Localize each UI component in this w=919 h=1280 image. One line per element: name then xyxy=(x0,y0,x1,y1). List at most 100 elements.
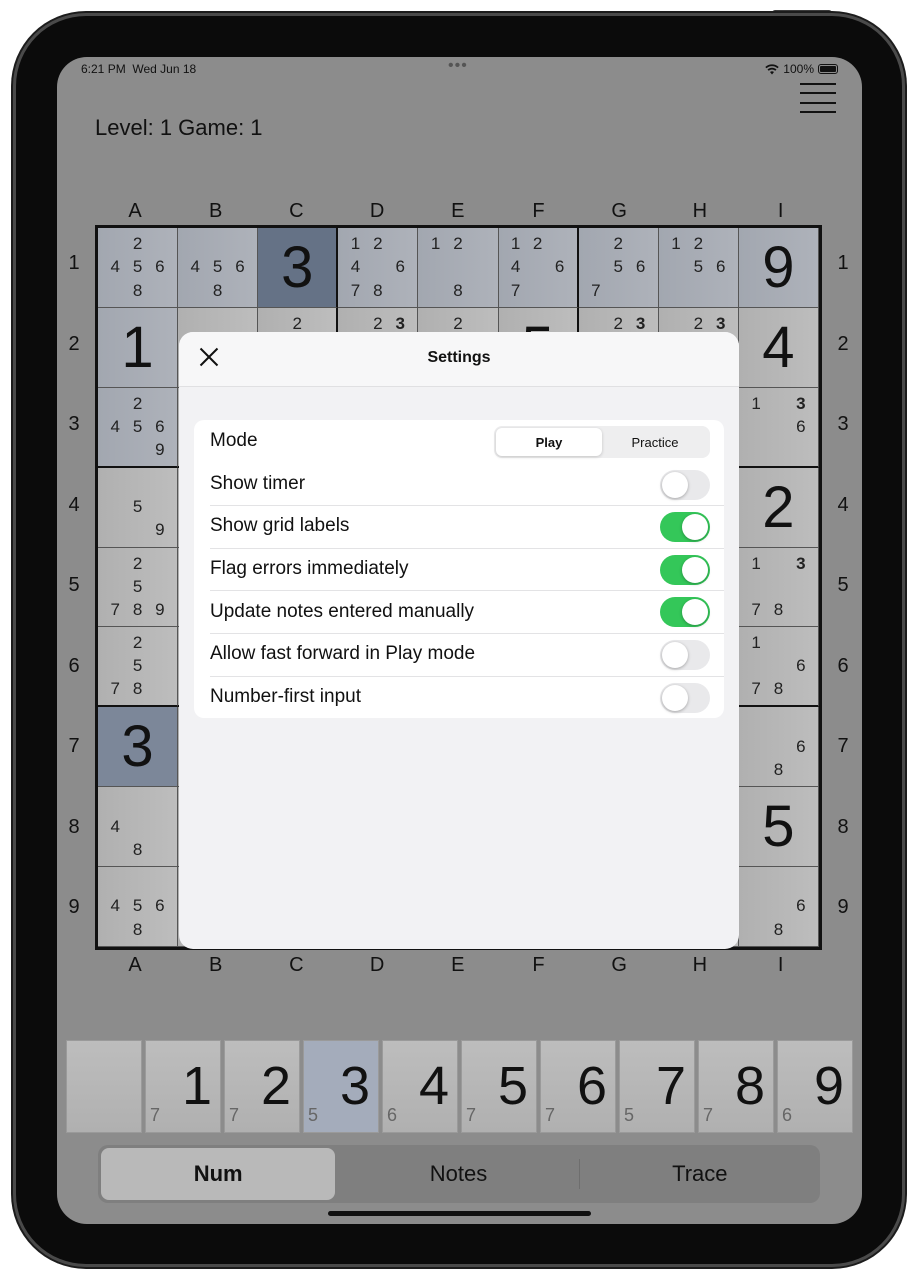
note-digit xyxy=(184,280,206,303)
number-key-6[interactable]: 67 xyxy=(540,1040,616,1133)
column-label: G xyxy=(611,954,627,976)
toggle-switch[interactable] xyxy=(660,469,710,500)
mode-num-button[interactable]: Num xyxy=(101,1148,336,1200)
row-label: 6 xyxy=(68,654,80,677)
row-label: 1 xyxy=(68,252,80,274)
note-digit: 8 xyxy=(773,919,784,939)
note-digit xyxy=(149,678,171,701)
note-digit xyxy=(585,233,607,256)
board-cell[interactable]: 12 8 xyxy=(418,228,499,308)
note-digit: 6 xyxy=(554,257,565,277)
row-label: 5 xyxy=(837,574,849,596)
number-key-1[interactable]: 17 xyxy=(145,1040,221,1133)
toggle-switch[interactable] xyxy=(660,682,710,713)
board-cell[interactable]: 12 56 xyxy=(658,228,739,308)
note-digit: 6 xyxy=(155,257,165,277)
board-cell[interactable]: 1 3 78 xyxy=(738,547,819,628)
note-digit xyxy=(629,233,651,256)
cell-value: 5 xyxy=(762,794,795,860)
note-digit xyxy=(710,233,732,256)
key-remaining-count: 5 xyxy=(308,1105,319,1125)
note-digit xyxy=(790,872,812,895)
note-digit: 6 xyxy=(395,257,405,277)
row-label: 8 xyxy=(837,815,849,838)
board-cell[interactable]: 68 xyxy=(738,707,819,788)
hamburger-menu-icon[interactable] xyxy=(800,83,836,113)
note-digit: 2 xyxy=(132,234,143,253)
note-digit xyxy=(745,576,767,599)
note-digit xyxy=(790,576,812,599)
multitasking-dots[interactable]: ••• xyxy=(448,57,468,75)
number-key-2[interactable]: 27 xyxy=(224,1040,300,1133)
note-digit xyxy=(767,576,789,599)
mode-notes-button[interactable]: Notes xyxy=(341,1148,575,1200)
mode-option-play[interactable]: Play xyxy=(496,428,602,456)
board-cell[interactable]: 68 xyxy=(738,867,819,947)
note-digit: 2 xyxy=(132,633,143,653)
note-digit: 6 xyxy=(155,896,165,916)
note-digit: 5 xyxy=(132,257,143,277)
note-digit: 4 xyxy=(190,257,201,277)
board-cell[interactable]: 3 xyxy=(258,228,339,308)
number-key-5[interactable]: 57 xyxy=(461,1040,537,1133)
mode-trace-button[interactable]: Trace xyxy=(583,1148,817,1200)
number-key-8[interactable]: 87 xyxy=(698,1040,774,1133)
board-cell[interactable]: 48 xyxy=(98,787,179,868)
board-cell[interactable]: 2 xyxy=(738,467,819,548)
note-digit: 2 xyxy=(613,234,623,253)
board-cell[interactable]: 3 xyxy=(98,707,179,788)
toggle-switch[interactable] xyxy=(660,512,710,543)
board-cell[interactable]: 2 5789 xyxy=(98,547,179,628)
cell-notes: 68 xyxy=(745,712,812,782)
setting-label: Show grid labels xyxy=(210,515,350,537)
number-key-3[interactable]: 35 xyxy=(303,1040,379,1133)
number-key-blank[interactable] xyxy=(66,1040,142,1133)
board-cell[interactable]: 4 xyxy=(738,307,819,388)
key-number: 9 xyxy=(813,1056,844,1116)
board-cell[interactable]: 1678 xyxy=(738,627,819,708)
board-cell[interactable]: 1 3 6 xyxy=(738,387,819,468)
column-label: D xyxy=(369,954,385,976)
note-digit xyxy=(469,256,491,279)
number-key-9[interactable]: 96 xyxy=(777,1040,853,1133)
note-digit xyxy=(745,895,767,918)
note-digit: 8 xyxy=(773,679,784,699)
board-cell[interactable]: 59 xyxy=(98,467,179,548)
board-cell[interactable]: 24568 xyxy=(98,228,179,308)
note-digit xyxy=(469,280,491,303)
column-label: A xyxy=(128,954,142,976)
wifi-icon xyxy=(765,63,779,74)
board-cell[interactable]: 2 56 7 xyxy=(578,228,659,308)
toggle-switch[interactable] xyxy=(660,597,710,628)
toggle-switch[interactable] xyxy=(660,639,710,670)
note-digit: 4 xyxy=(350,257,361,277)
mode-segmented-control[interactable]: Play Practice xyxy=(494,426,710,458)
toggle-switch[interactable] xyxy=(660,554,710,585)
board-cell[interactable]: 4568 xyxy=(98,867,179,947)
note-digit xyxy=(149,280,171,303)
board-cell[interactable]: 1 xyxy=(98,307,179,388)
number-key-4[interactable]: 46 xyxy=(382,1040,458,1133)
note-digit xyxy=(104,919,126,942)
home-indicator[interactable] xyxy=(328,1211,591,1216)
note-digit xyxy=(767,553,789,576)
cell-notes: 2 5789 xyxy=(104,553,171,623)
number-key-7[interactable]: 75 xyxy=(619,1040,695,1133)
board-cell[interactable]: 2 578 xyxy=(98,627,179,708)
note-digit: 6 xyxy=(796,656,806,676)
cell-notes: 124 6 78 xyxy=(344,233,411,303)
board-cell[interactable]: 4568 xyxy=(178,228,259,308)
row-label: 6 xyxy=(837,654,849,677)
note-digit xyxy=(104,655,126,678)
board-cell[interactable]: 124 6 7 xyxy=(498,228,579,308)
note-digit xyxy=(104,792,126,815)
note-digit xyxy=(790,919,812,942)
mode-option-practice[interactable]: Practice xyxy=(602,428,708,456)
note-digit: 4 xyxy=(110,896,120,916)
board-cell[interactable]: 124 6 78 xyxy=(338,228,419,308)
board-cell[interactable]: 9 xyxy=(738,228,819,308)
board-cell[interactable]: 2456 9 xyxy=(98,387,179,468)
note-digit xyxy=(790,632,812,655)
board-cell[interactable]: 5 xyxy=(738,787,819,868)
cell-notes: 12 56 xyxy=(665,233,732,303)
